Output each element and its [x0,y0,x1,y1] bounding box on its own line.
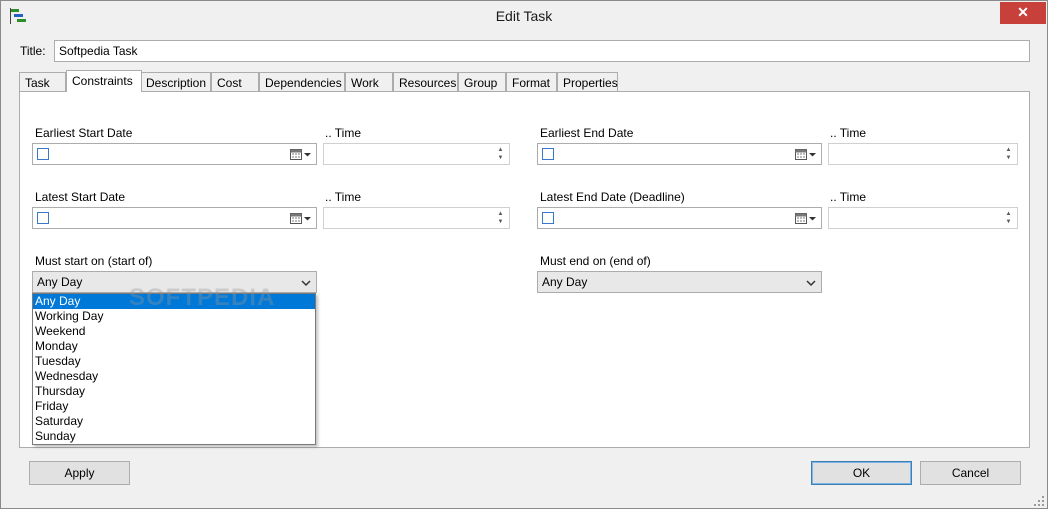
tab-dependencies[interactable]: Dependencies [259,72,345,91]
dropdown-option-friday[interactable]: Friday [33,399,315,414]
must-end-label: Must end on (end of) [540,254,651,268]
title-input[interactable]: Softpedia Task [54,40,1030,62]
earliest-start-time-label: .. Time [325,126,362,140]
chevron-down-icon [806,277,816,287]
tab-format[interactable]: Format [506,72,557,91]
dropdown-option-weekend[interactable]: Weekend [33,324,315,339]
dropdown-option-monday[interactable]: Monday [33,339,315,354]
resize-grip-icon[interactable] [1034,495,1044,506]
must-start-value: Any Day [37,275,83,289]
earliest-end-date-field[interactable] [537,143,822,165]
tab-task[interactable]: Task [19,72,66,91]
calendar-dropdown-icon[interactable] [795,148,817,161]
tab-description[interactable]: Description [140,72,211,91]
earliest-end-time-field[interactable]: ▲ ▼ [828,143,1018,165]
chevron-down-icon [301,277,311,287]
cancel-button[interactable]: Cancel [920,461,1021,485]
latest-end-checkbox[interactable] [542,212,554,224]
dropdown-option-wednesday[interactable]: Wednesday [33,369,315,384]
latest-start-label: Latest Start Date [35,190,126,204]
latest-end-date-field[interactable] [537,207,822,229]
tab-resources[interactable]: Resources [393,72,458,91]
tab-properties[interactable]: Properties [557,72,618,91]
latest-start-time-field[interactable]: ▲ ▼ [323,207,510,229]
time-spinner[interactable]: ▲ ▼ [1002,146,1015,162]
calendar-dropdown-icon[interactable] [795,212,817,225]
tab-constraints[interactable]: Constraints [66,70,142,92]
latest-end-time-label: .. Time [830,190,867,204]
latest-start-date-field[interactable] [32,207,317,229]
latest-start-checkbox[interactable] [37,212,49,224]
latest-end-label: Latest End Date (Deadline) [540,190,685,204]
tab-cost[interactable]: Cost [211,72,259,91]
must-start-dropdown-list[interactable]: Any Day Working Day Weekend Monday Tuesd… [32,293,316,445]
earliest-start-label: Earliest Start Date [35,126,133,140]
dropdown-option-sunday[interactable]: Sunday [33,429,315,444]
close-button[interactable]: ✕ [1000,2,1046,24]
apply-button[interactable]: Apply [29,461,130,485]
must-end-value: Any Day [542,275,588,289]
time-spinner[interactable]: ▲ ▼ [494,210,507,226]
title-bar[interactable]: Edit Task ✕ [1,1,1047,32]
calendar-dropdown-icon[interactable] [290,148,312,161]
tab-work[interactable]: Work [345,72,393,91]
earliest-start-checkbox[interactable] [37,148,49,160]
earliest-end-time-label: .. Time [830,126,867,140]
earliest-end-label: Earliest End Date [540,126,634,140]
latest-start-time-label: .. Time [325,190,362,204]
ok-button[interactable]: OK [811,461,912,485]
earliest-start-time-field[interactable]: ▲ ▼ [323,143,510,165]
dropdown-option-saturday[interactable]: Saturday [33,414,315,429]
calendar-dropdown-icon[interactable] [290,212,312,225]
dropdown-option-thursday[interactable]: Thursday [33,384,315,399]
edit-task-window: Edit Task ✕ Title: Softpedia Task Task C… [0,0,1048,509]
softpedia-watermark: SOFTPEDIA [129,284,276,311]
time-spinner[interactable]: ▲ ▼ [1002,210,1015,226]
earliest-start-date-field[interactable] [32,143,317,165]
dropdown-option-tuesday[interactable]: Tuesday [33,354,315,369]
must-end-select[interactable]: Any Day [537,271,822,293]
window-title: Edit Task [495,8,553,24]
tab-group[interactable]: Group [458,72,506,91]
must-start-label: Must start on (start of) [35,254,153,268]
latest-end-time-field[interactable]: ▲ ▼ [828,207,1018,229]
earliest-end-checkbox[interactable] [542,148,554,160]
time-spinner[interactable]: ▲ ▼ [494,146,507,162]
title-field-label: Title: [20,44,46,58]
